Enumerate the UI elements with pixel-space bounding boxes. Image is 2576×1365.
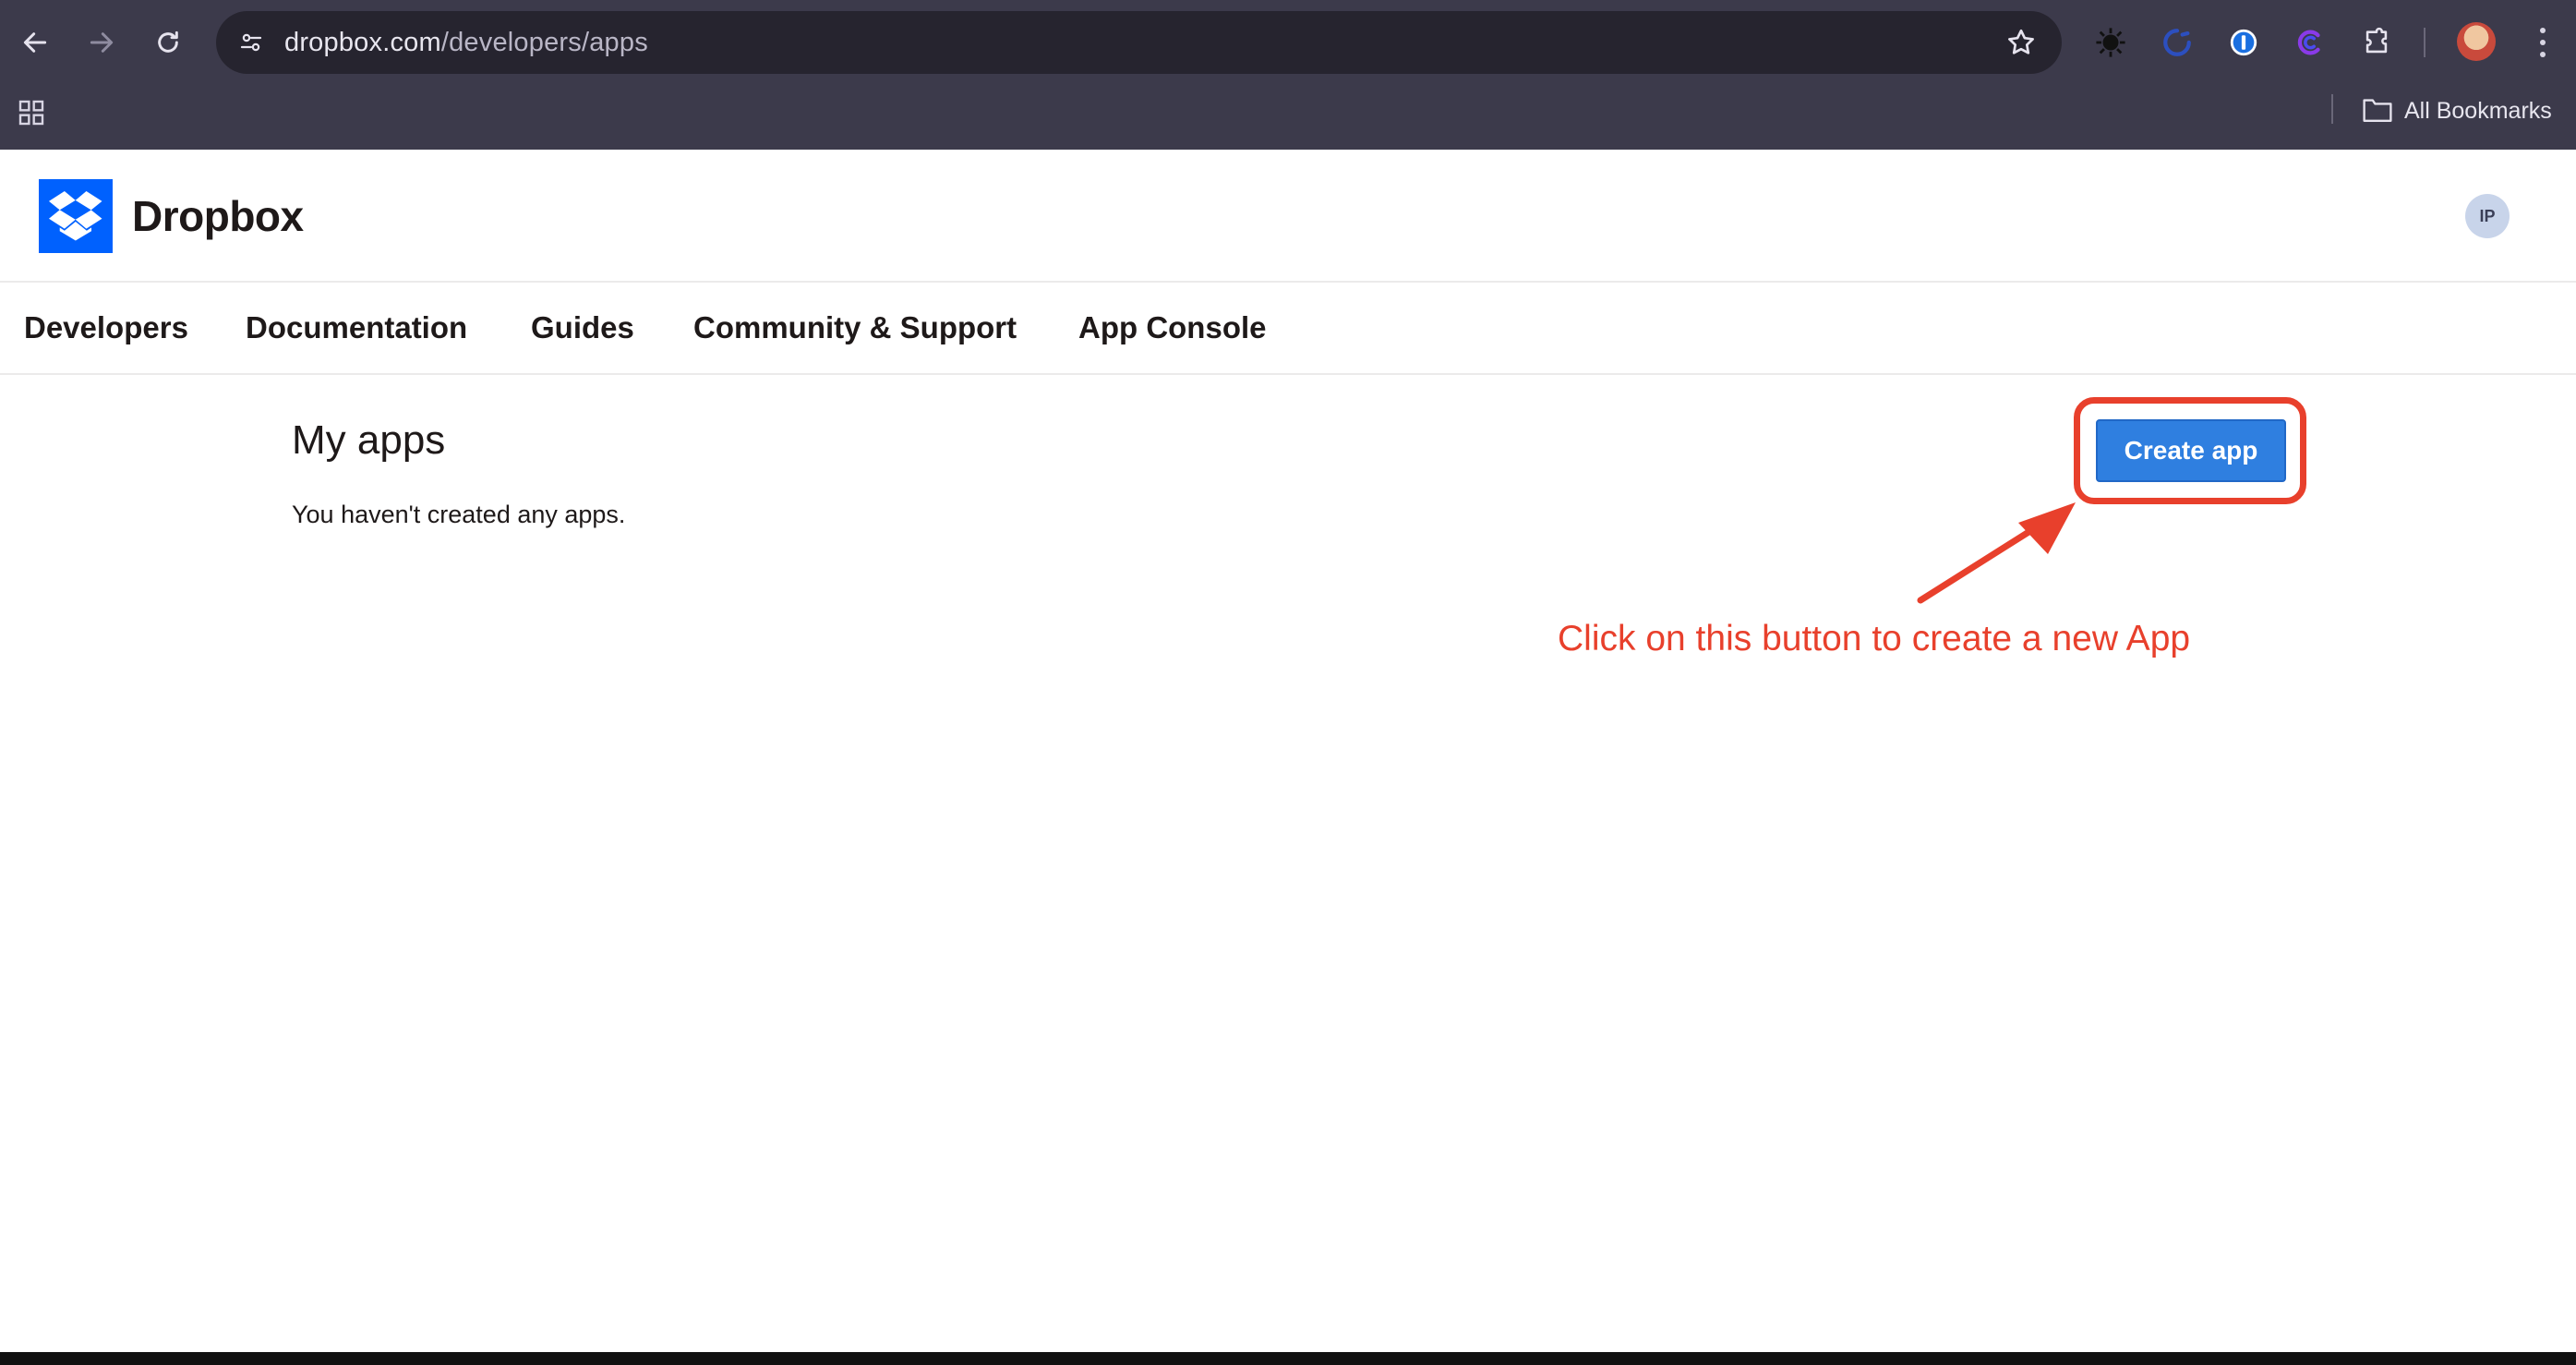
nav-app-console[interactable]: App Console (1078, 283, 1267, 373)
brand-wordmark[interactable]: Dropbox (132, 187, 304, 246)
web-page: Dropbox IP Developers Documentation Guid… (0, 150, 2576, 1352)
page-title: My apps (292, 417, 446, 463)
extension-loader-icon[interactable] (2159, 24, 2196, 61)
user-avatar[interactable]: IP (2465, 194, 2510, 238)
dropbox-glyph-icon (48, 191, 102, 241)
screen-bottom-edge (0, 1352, 2576, 1365)
annotation-highlight-box (2074, 397, 2306, 504)
toolbar-separator (2424, 28, 2426, 57)
all-bookmarks-link[interactable]: All Bookmarks (2404, 92, 2552, 129)
back-button[interactable] (13, 20, 57, 65)
nav-documentation[interactable]: Documentation (246, 283, 467, 373)
profile-avatar[interactable] (2457, 22, 2496, 61)
browser-chrome: dropbox.com/developers/apps All Bookmark… (0, 0, 2576, 150)
bookmarks-bar: All Bookmarks (0, 85, 2576, 150)
url-path: /developers/apps (440, 28, 648, 57)
bookmarks-separator (2331, 94, 2333, 124)
address-bar[interactable]: dropbox.com/developers/apps (216, 11, 2062, 74)
dropbox-logo[interactable] (39, 179, 113, 253)
folder-icon (2363, 99, 2392, 122)
reload-button[interactable] (146, 20, 190, 65)
extension-password-icon[interactable] (2225, 24, 2262, 61)
extension-sun-icon[interactable] (2092, 24, 2129, 61)
extension-c-icon[interactable] (2292, 24, 2329, 61)
nav-developers[interactable]: Developers (24, 283, 188, 373)
empty-state-message: You haven't created any apps. (292, 501, 626, 528)
annotation-instruction: Click on this button to create a new App (1558, 619, 2191, 658)
arrow-left-icon (23, 32, 47, 53)
bookmark-star-icon[interactable] (2004, 26, 2038, 59)
arrow-right-icon (90, 32, 114, 53)
apps-content: My apps You haven't created any apps. Cr… (0, 377, 2576, 1352)
nav-community-support[interactable]: Community & Support (693, 283, 1017, 373)
url-text[interactable]: dropbox.com/developers/apps (284, 11, 648, 74)
site-settings-icon[interactable] (233, 24, 270, 61)
apps-grid-icon[interactable] (17, 98, 46, 127)
reload-icon (158, 30, 178, 53)
url-host: dropbox.com (284, 28, 441, 57)
browser-toolbar: dropbox.com/developers/apps (0, 0, 2576, 85)
nav-guides[interactable]: Guides (531, 283, 634, 373)
browser-menu-icon[interactable] (2528, 26, 2558, 59)
forward-button[interactable] (79, 20, 124, 65)
site-header: Dropbox IP (0, 150, 2576, 283)
developer-nav: Developers Documentation Guides Communit… (0, 283, 2576, 375)
annotation-arrow-icon (1917, 502, 2076, 604)
extensions-puzzle-icon[interactable] (2358, 24, 2395, 61)
